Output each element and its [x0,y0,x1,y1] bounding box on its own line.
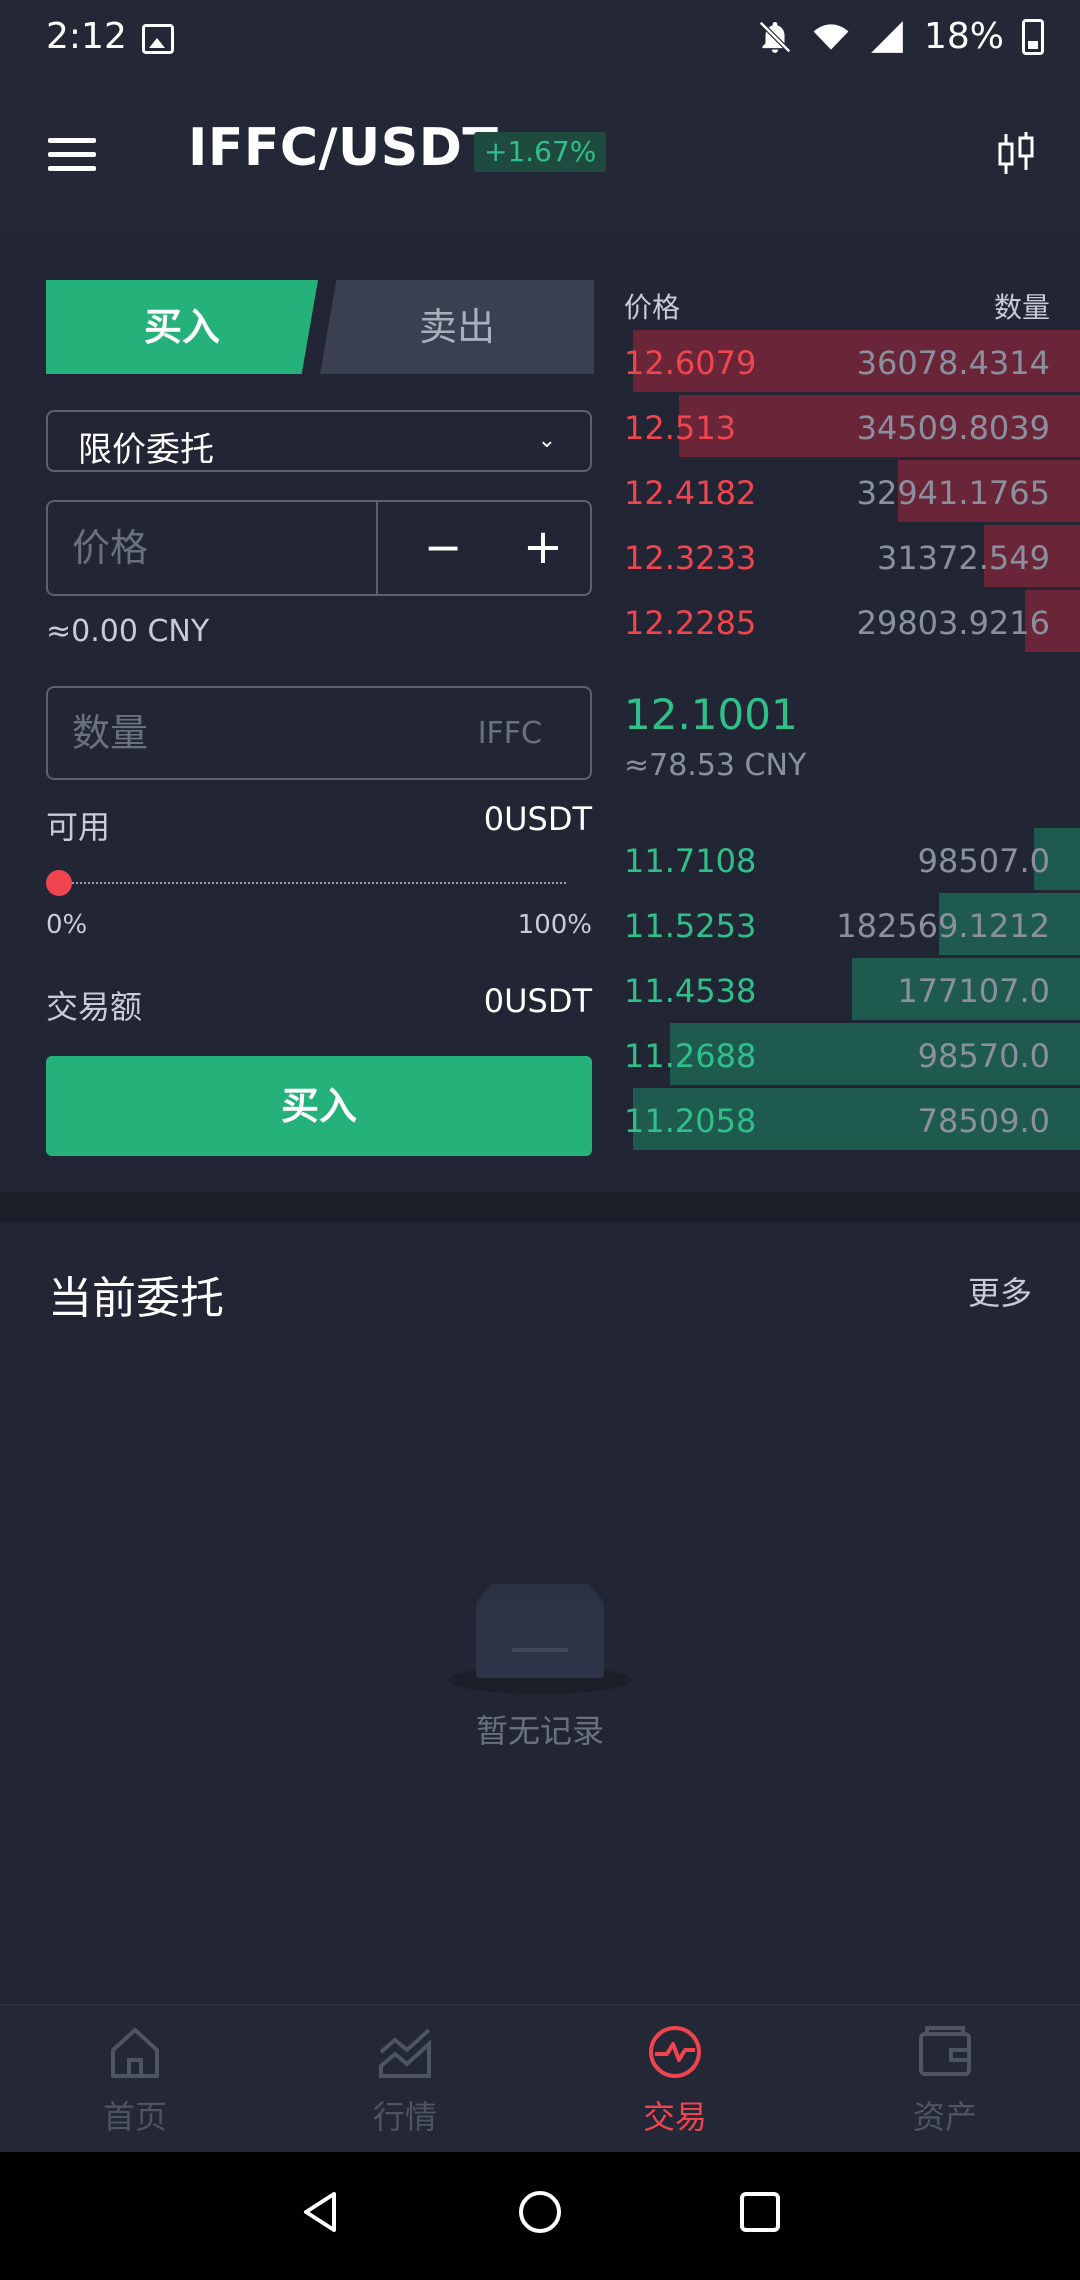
status-time: 2:12 [46,16,127,57]
bid-qty: 78509.0 [917,1102,1050,1140]
available-label: 可用 [46,808,111,846]
status-indicators: 18% [756,16,1044,57]
tab-buy[interactable]: 买入 [46,280,318,374]
bid-qty: 177107.0 [897,972,1050,1010]
signal-icon [871,20,903,53]
trade-volume-value: 0USDT [483,982,592,1020]
price-decrease-button[interactable]: − [408,512,478,582]
status-bar: 2:12 18% [0,0,1080,80]
quantity-field-group: IFFC [46,686,592,780]
wifi-icon [813,23,849,50]
tab-sell[interactable]: 卖出 [320,280,594,374]
orderbook-header-price: 价格 [624,291,681,324]
bid-price: 11.2688 [624,1037,757,1075]
pair-title[interactable]: IFFC/USDT [188,118,498,178]
ask-price: 12.6079 [624,344,757,382]
quantity-input[interactable] [48,688,448,778]
bid-row[interactable]: 11.2688 98570.0 [624,1023,1080,1085]
last-price[interactable]: 12.1001 [624,690,798,739]
bid-qty: 182569.1212 [836,907,1050,945]
back-icon[interactable] [290,2182,350,2242]
percent-slider-track[interactable] [60,882,566,884]
ask-row[interactable]: 12.513 34509.8039 [624,395,1080,457]
ask-price: 12.513 [624,409,736,447]
order-type-value: 限价委托 [78,430,214,470]
nav-label-home: 首页 [102,2098,167,2136]
current-orders-title: 当前委托 [48,1273,224,1324]
nav-label-trade: 交易 [642,2098,707,2136]
ask-row[interactable]: 12.2285 29803.9216 [624,590,1080,652]
ask-price: 12.4182 [624,474,757,512]
trade-exchange-icon [649,2026,701,2078]
chevron-down-icon: ⌄ [537,428,556,453]
nav-label-assets: 资产 [912,2098,977,2136]
ask-qty: 32941.1765 [856,474,1050,512]
ask-qty: 36078.4314 [856,344,1050,382]
price-cny-equivalent: ≈0.00 CNY [46,614,210,649]
price-input[interactable] [48,502,376,594]
last-price-cny: ≈78.53 CNY [624,748,807,783]
home-icon [111,2028,159,2078]
image-notification-icon [142,24,174,54]
price-increase-button[interactable]: + [508,512,578,582]
nav-item-trade[interactable]: 交易 [540,2020,810,2150]
bid-qty: 98570.0 [917,1037,1050,1075]
system-navigation-bar [0,2152,1080,2280]
section-divider [0,1192,1080,1222]
nav-item-assets[interactable]: 资产 [810,2020,1080,2150]
ask-price: 12.2285 [624,604,757,642]
price-divider [376,502,378,594]
bell-off-icon [759,20,791,53]
bid-price: 11.4538 [624,972,757,1010]
order-type-select[interactable]: 限价委托 ⌄ [46,410,592,472]
available-value: 0USDT [483,800,592,838]
menu-icon[interactable] [48,138,96,172]
bottom-nav: 首页 行情 交易 资产 [0,2004,1080,2154]
wallet-icon [919,2026,971,2076]
battery-icon [1022,18,1044,55]
candlestick-chart-icon[interactable] [996,130,1036,178]
bid-price: 11.2058 [624,1102,757,1140]
slider-min-label: 0% [46,910,88,940]
bid-row[interactable]: 11.4538 177107.0 [624,958,1080,1020]
ask-row[interactable]: 12.6079 36078.4314 [624,330,1080,392]
battery-percent: 18% [923,16,1004,57]
bid-price: 11.7108 [624,842,757,880]
ask-row[interactable]: 12.4182 32941.1765 [624,460,1080,522]
ask-qty: 29803.9216 [856,604,1050,642]
quantity-unit: IFFC [477,716,542,751]
ask-row[interactable]: 12.3233 31372.549 [624,525,1080,587]
ask-qty: 31372.549 [876,539,1050,577]
percent-slider-knob[interactable] [46,870,72,896]
bid-row[interactable]: 11.7108 98507.0 [624,828,1080,890]
orderbook-header-qty: 数量 [993,291,1050,324]
ask-qty: 34509.8039 [856,409,1050,447]
nav-item-home[interactable]: 首页 [0,2020,270,2150]
empty-state-text: 暂无记录 [475,1712,604,1750]
app-header: IFFC/USDT +1.67% [0,80,1080,230]
bid-qty: 98507.0 [917,842,1050,880]
home-circle-icon[interactable] [510,2182,570,2242]
price-field-group: − + [46,500,592,596]
nav-item-market[interactable]: 行情 [270,2020,540,2150]
bid-row[interactable]: 11.2058 78509.0 [624,1088,1080,1150]
empty-box-icon [448,1584,632,1694]
change-badge: +1.67% [474,132,607,172]
buy-button[interactable]: 买入 [46,1056,592,1156]
market-chart-icon [379,2028,431,2078]
bid-price: 11.5253 [624,907,757,945]
bid-row[interactable]: 11.5253 182569.1212 [624,893,1080,955]
nav-label-market: 行情 [372,2098,437,2136]
recents-icon[interactable] [730,2182,790,2242]
slider-max-label: 100% [517,910,592,940]
ask-price: 12.3233 [624,539,757,577]
trade-volume-label: 交易额 [46,988,143,1026]
more-orders-link[interactable]: 更多 [968,1268,1032,1314]
